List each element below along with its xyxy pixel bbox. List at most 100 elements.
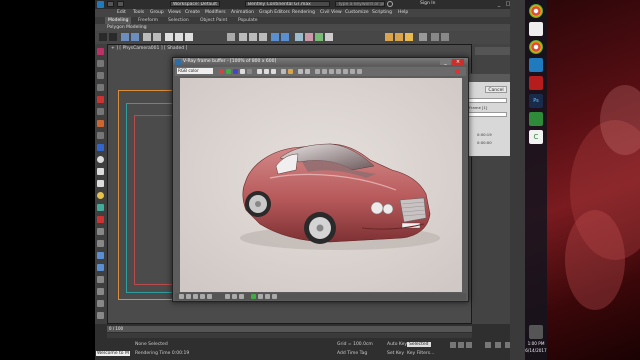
vfb-bottom-tool-5-icon[interactable] [207,294,212,299]
vfb-minimize-button[interactable]: _ [440,59,451,65]
tab-freeform[interactable]: Freeform [135,17,161,24]
menu-rendering[interactable]: Rendering [292,9,315,17]
vertex-icon[interactable] [97,72,104,79]
tab-object-paint[interactable]: Object Paint [197,17,230,24]
tab-populate[interactable]: Populate [235,17,261,24]
systems-icon[interactable] [97,252,104,259]
workspace-dropdown[interactable]: Workspace: Default [170,1,220,7]
autodesk-icon[interactable] [529,76,543,90]
menu-customize[interactable]: Customize [345,9,369,17]
history-icon[interactable] [322,69,327,74]
app-green-icon[interactable] [529,112,543,126]
viewport-label[interactable]: + ] [ PhysCamera001 ] [ Shaded ] [111,46,187,51]
move-icon[interactable] [165,33,173,41]
hierarchy-icon[interactable] [97,276,104,283]
layer-manager-icon[interactable] [295,33,303,41]
quick-save-icon[interactable] [117,1,124,7]
cylinder-icon[interactable] [97,168,104,175]
chrome-icon[interactable] [529,4,543,18]
weld-icon[interactable] [97,132,104,139]
scale-icon[interactable] [185,33,193,41]
chrome-2-icon[interactable] [529,40,543,54]
vfb-bottom-tool-9-icon[interactable] [251,294,256,299]
channel-dropdown[interactable]: RGB color [177,68,213,74]
select-by-name-icon[interactable] [153,33,161,41]
link-icon[interactable] [121,33,129,41]
tab-selection[interactable]: Selection [165,17,192,24]
cone-icon[interactable] [97,180,104,187]
curve-editor-icon[interactable] [305,33,313,41]
search-input[interactable]: Type a keyword or phrase [335,1,385,7]
helper-icon[interactable] [97,204,104,211]
pan-icon[interactable] [495,342,501,348]
tab-modeling[interactable]: Modeling [105,17,132,24]
menu-modifiers[interactable]: Modifiers [205,9,226,17]
green-channel-icon[interactable] [226,69,231,74]
region-render-icon[interactable] [298,69,303,74]
app-logo-icon[interactable] [97,1,104,8]
render-production-icon[interactable] [405,33,413,41]
motion-icon[interactable] [97,288,104,295]
select-object-icon[interactable] [143,33,151,41]
vfb-bottom-tool-8-icon[interactable] [239,294,244,299]
polygon-icon[interactable] [97,108,104,115]
light-icon[interactable] [97,192,104,199]
modify-panel-icon[interactable] [441,33,449,41]
shape-icon[interactable] [97,216,104,223]
redo-icon[interactable] [109,33,117,41]
create-panel-icon[interactable] [431,33,439,41]
rendered-image[interactable] [180,78,462,292]
color-correction-icon[interactable] [336,69,341,74]
biped-icon[interactable] [97,264,104,271]
cancel-button[interactable]: Cancel [485,86,507,93]
vfb-bottom-tool-11-icon[interactable] [265,294,270,299]
track-bar[interactable] [107,333,472,338]
menu-graph-editors[interactable]: Graph Editors [259,9,290,17]
render-frame-window-icon[interactable] [395,33,403,41]
vfb-title-bar[interactable]: V-Ray frame buffer - [100% of 800 x 600]… [173,58,468,66]
vfb-bottom-tool-4-icon[interactable] [200,294,205,299]
vfb-bottom-tool-6-icon[interactable] [225,294,230,299]
menu-scripting[interactable]: Scripting [372,9,392,17]
track-mouse-icon[interactable] [288,69,293,74]
menu-create[interactable]: Create [185,9,200,17]
ribbon-sub-label[interactable]: Polygon Modeling [107,25,147,30]
relax-icon[interactable] [97,144,104,151]
render-setup-icon[interactable] [385,33,393,41]
snap-icon[interactable] [239,33,247,41]
auto-key-label[interactable]: Auto Key [387,342,407,347]
search-icon[interactable] [387,1,393,7]
quick-access-icon[interactable] [107,1,114,7]
display-icon[interactable] [97,300,104,307]
angle-snap-icon[interactable] [249,33,257,41]
3dsmax-icon[interactable] [529,58,543,72]
compare-icon[interactable] [350,69,355,74]
menu-civil-view[interactable]: Civil View [320,9,342,17]
load-image-icon[interactable] [264,69,269,74]
swift-loop-icon[interactable] [97,96,104,103]
vfb-close-button[interactable]: × [452,59,464,65]
stamp-icon[interactable] [343,69,348,74]
key-mode-dropdown[interactable]: Selected [407,342,431,347]
vfb-bottom-tool-7-icon[interactable] [232,294,237,299]
menu-tools[interactable]: Tools [133,9,144,17]
blue-channel-icon[interactable] [233,69,238,74]
schematic-view-icon[interactable] [315,33,323,41]
sphere-icon[interactable] [97,156,104,163]
render-icon[interactable] [455,69,460,74]
time-slider[interactable]: 0 / 100 [107,326,472,332]
lens-effects-icon[interactable] [329,69,334,74]
link-to-viewport-icon[interactable] [305,69,310,74]
vfb-bottom-tool-10-icon[interactable] [258,294,263,299]
cut-icon[interactable] [97,120,104,127]
go-to-end-icon[interactable] [466,342,472,348]
key-filters-button[interactable]: Key Filters... [407,351,434,356]
menu-animation[interactable]: Animation [231,9,254,17]
vfb-bottom-tool-1-icon[interactable] [179,294,184,299]
menu-views[interactable]: Views [168,9,181,17]
zoom-icon[interactable] [485,342,491,348]
pixel-info-icon[interactable] [315,69,320,74]
save-image-icon[interactable] [257,69,262,74]
menu-edit[interactable]: Edit [117,9,126,17]
maxscript-listener[interactable]: Welcome to M [96,351,130,356]
